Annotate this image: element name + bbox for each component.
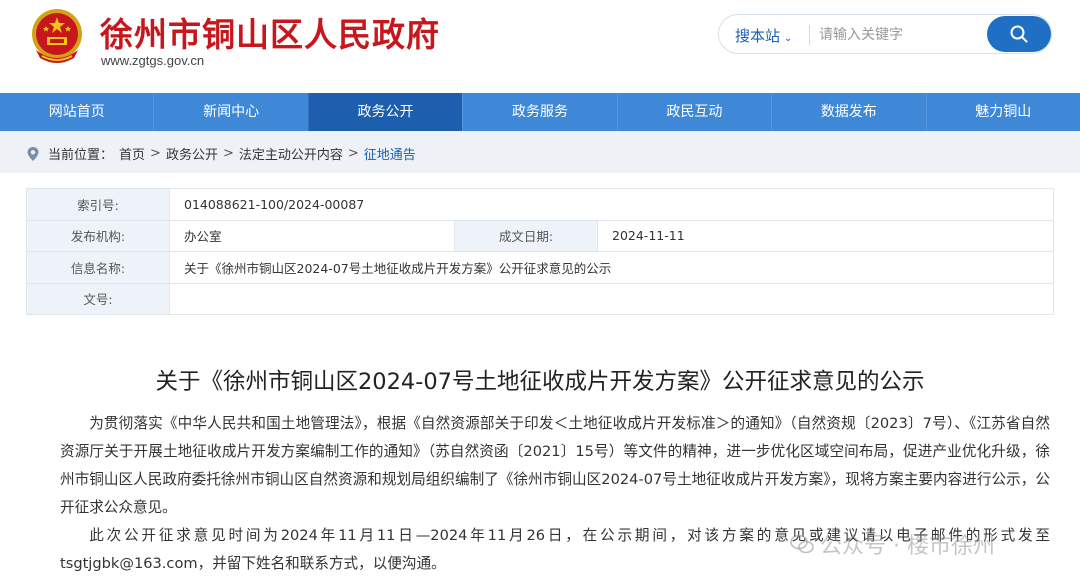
nav-item-data[interactable]: 数据发布 [771,93,925,131]
date-value: 2024-11-11 [597,219,1054,252]
name-value: 关于《徐州市铜山区2024-07号土地征收成片开发方案》公开征求意见的公示 [169,251,1054,284]
nav-item-home[interactable]: 网站首页 [0,93,153,131]
wechat-icon [790,534,814,554]
doc-number-value [169,282,1054,315]
search-scope-label: 搜本站 [735,27,781,45]
location-pin-icon [27,146,39,161]
breadcrumb-gov-affairs[interactable]: 政务公开 [166,144,218,163]
breadcrumb: 当前位置： 首页 > 政务公开 > 法定主动公开内容 > 征地通告 [0,131,1080,173]
nav-item-services[interactable]: 政务服务 [462,93,616,131]
doc-number-label: 文号: [26,282,170,315]
search-icon [1010,25,1028,43]
table-row: 信息名称: 关于《徐州市铜山区2024-07号土地征收成片开发方案》公开征求意见… [26,251,1054,284]
site-header: 徐州市铜山区人民政府 www.zgtgs.gov.cn 搜本站 ⌄ [0,0,1080,93]
nav-item-tongshan[interactable]: 魅力铜山 [925,93,1080,131]
article-title: 关于《徐州市铜山区2024-07号土地征收成片开发方案》公开征求意见的公示 [155,369,925,395]
search-box: 搜本站 ⌄ [718,14,1052,54]
search-divider [809,25,810,45]
index-label: 索引号: [26,188,170,221]
breadcrumb-prefix: 当前位置： [48,148,114,163]
chevron-down-icon: ⌄ [784,33,793,44]
document-info-table: 索引号: 014088621-100/2024-00087 发布机构: 办公室 … [26,188,1054,315]
nav-item-news[interactable]: 新闻中心 [153,93,307,131]
breadcrumb-separator: > [347,146,359,161]
org-label: 发布机构: [26,219,170,252]
site-url[interactable]: www.zgtgs.gov.cn [101,53,204,68]
org-value: 办公室 [169,219,455,252]
breadcrumb-separator: > [150,146,161,161]
breadcrumb-statutory[interactable]: 法定主动公开内容 [239,144,343,163]
site-title[interactable]: 徐州市铜山区人民政府 [100,8,440,56]
nav-item-gov-affairs[interactable]: 政务公开 [307,93,463,131]
date-label: 成文日期: [454,219,598,252]
search-button[interactable] [987,16,1051,52]
search-scope-dropdown[interactable]: 搜本站 ⌄ [735,25,792,46]
table-row: 文号: [26,282,1054,315]
national-emblem-icon [28,6,86,66]
table-row: 发布机构: 办公室 成文日期: 2024-11-11 [26,219,1054,252]
search-input[interactable] [819,23,979,47]
watermark: 公众号 · 楼市徐州 [790,528,995,560]
name-label: 信息名称: [26,251,170,284]
article-paragraph: 为贯彻落实《中华人民共和国土地管理法》，根据《自然资源部关于印发＜土地征收成片开… [60,415,1050,516]
watermark-text: 公众号 · 楼市徐州 [820,534,995,559]
breadcrumb-separator: > [222,146,234,161]
index-value: 014088621-100/2024-00087 [169,188,1054,221]
nav-item-interaction[interactable]: 政民互动 [616,93,771,131]
main-nav: 网站首页 新闻中心 政务公开 政务服务 政民互动 数据发布 魅力铜山 [0,93,1080,131]
breadcrumb-home[interactable]: 首页 [119,144,145,163]
breadcrumb-current[interactable]: 征地通告 [364,144,416,163]
table-row: 索引号: 014088621-100/2024-00087 [26,188,1054,221]
